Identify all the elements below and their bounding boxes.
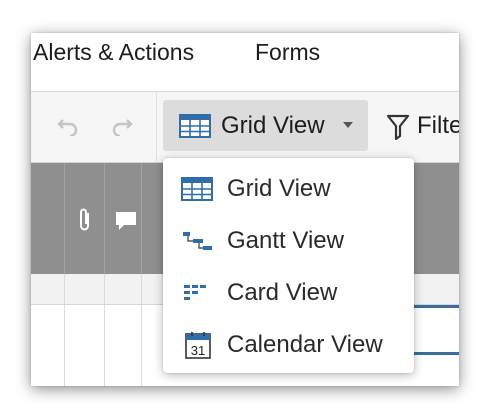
view-menu-item-gantt[interactable]: Gantt View (163, 215, 414, 267)
redo-icon[interactable] (111, 116, 133, 141)
view-switcher-label: Grid View (221, 112, 325, 139)
menu-item-alerts-actions[interactable]: Alerts & Actions (33, 39, 194, 66)
card-view-icon (181, 281, 213, 310)
selected-cell[interactable] (411, 305, 459, 355)
filter-icon (386, 114, 410, 145)
view-menu-label: Card View (227, 279, 338, 306)
menu-item-forms[interactable]: Forms (255, 39, 320, 66)
toolbar: Grid View Filter (31, 92, 459, 163)
view-menu-label: Grid View (227, 175, 331, 202)
attachment-icon[interactable] (78, 207, 92, 238)
view-menu-item-card[interactable]: Card View (163, 267, 414, 319)
caret-down-icon (343, 122, 353, 128)
filter-label: Filter (417, 112, 459, 139)
comment-icon[interactable] (115, 211, 137, 236)
view-menu-item-grid[interactable]: Grid View (163, 163, 414, 215)
calendar-view-icon: 31 (185, 331, 211, 364)
view-menu-label: Gantt View (227, 227, 344, 254)
grid-view-icon (179, 114, 211, 143)
toolbar-divider (156, 92, 157, 162)
view-menu-item-calendar[interactable]: 31 Calendar View (163, 319, 414, 371)
grid-view-icon (181, 177, 213, 206)
svg-text:31: 31 (191, 343, 205, 358)
view-menu-dropdown: Grid View Gantt View Card View 31 Calend… (163, 158, 414, 373)
menu-bar: Alerts & Actions Forms (31, 33, 459, 92)
view-switcher-button[interactable]: Grid View (163, 100, 368, 151)
view-menu-label: Calendar View (227, 331, 383, 358)
undo-icon[interactable] (57, 116, 79, 141)
gantt-view-icon (181, 229, 213, 258)
